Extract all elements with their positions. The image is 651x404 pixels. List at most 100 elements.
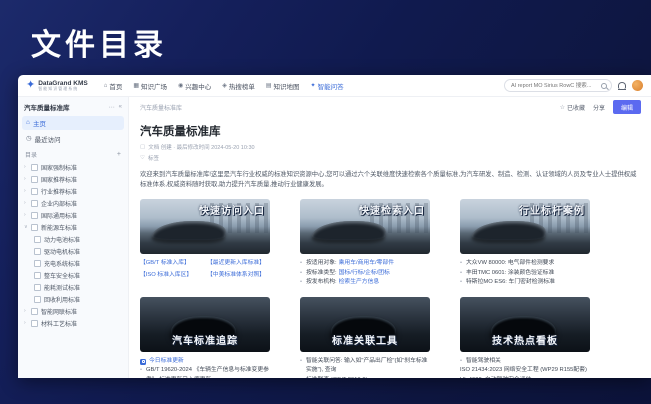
search-facet-link[interactable]: 乘用车/商用车/零部件 [339,259,394,269]
card-banner[interactable]: 汽车标准追踪 [140,297,270,352]
card-banner[interactable]: 快速访问入口 [140,199,270,254]
folder-icon [31,212,38,219]
tree-item[interactable]: ›国家强制标准 [22,161,124,173]
tree-item[interactable]: ∨新能源车标准 [22,221,124,233]
favorite-button[interactable]: ☆已收藏 [560,103,585,112]
folder-icon [31,176,38,183]
card-banner[interactable]: 技术热点看板 [460,297,590,352]
quick-link[interactable]: 【中美标准体系对照】 [207,271,270,281]
sidebar-title: 汽车质量标准库 [24,102,105,112]
add-folder-button[interactable]: + [117,151,121,158]
breadcrumb[interactable]: 汽车质量标准库 [140,103,182,112]
tree-item[interactable]: ›行业推荐标准 [22,185,124,197]
folder-icon [34,296,41,303]
document-tags: ♡ 标签 [140,154,641,162]
card-banner[interactable]: 标准关联工具 [300,297,430,352]
map-icon: ▤ [266,82,272,89]
card-banner-title: 行业标杆案例 [519,202,585,217]
quick-link[interactable]: 【GB/T 标准入库】 [140,259,203,269]
caret-icon: › [24,212,28,218]
nav-item-knowledge-map[interactable]: ▤知识地图 [266,81,300,91]
folder-icon [31,188,38,195]
sidebar-tree: ›国家强制标准 ›国家推荐标准 ›行业推荐标准 ›企业内部标准 ›国际通用标准 … [18,161,128,329]
tree-item[interactable]: 整车安全标准 [22,269,124,281]
search-facet-label: 按发布机构: [306,278,337,288]
grid-icon: ▦ [133,82,139,89]
tree-item[interactable]: 充电系统标准 [22,257,124,269]
card-banner-title: 汽车标准追踪 [140,332,270,347]
nav-item-hot-list[interactable]: ◈热搜榜单 [222,81,255,91]
nav-item-interest-center[interactable]: ◉兴趣中心 [178,81,211,91]
hotspot-item[interactable]: 智能驾驶相关 [466,357,501,367]
logo-icon: ✦ [26,80,35,91]
user-avatar[interactable] [632,80,643,91]
card-quick-search: 快速检索入口 •按适用对象:乘用车/商用车/零部件 •按标准类型:国标/行标/企… [300,199,430,288]
tool-item[interactable]: 标准联查 (GB/T 2910.6) [306,376,367,378]
folder-icon [34,272,41,279]
case-item[interactable]: 特斯拉MO ES6: 车门密封检测标准 [466,278,555,288]
update-item[interactable]: GB/T 19620-2024 《车辆生产信息与标准变更参考》 标准更新已入库更… [146,366,270,378]
tree-item[interactable]: ›智能网联标准 [22,305,124,317]
card-banner-title: 技术热点看板 [460,332,590,347]
sidebar-section-label: 目录 [25,150,37,159]
sidebar-item-recent[interactable]: ◷ 最近访问 [22,132,124,146]
tool-item[interactable]: 智能关联问答: 输入如"产品出厂检"(如"刹车标准实施"), 查询 [306,357,430,376]
search-facet-label: 按适用对象: [306,259,337,269]
hotspot-item[interactable]: ISO 21434:2023 网络安全工程 (WP29 R155配套) [460,366,587,376]
tree-item[interactable]: ›国际通用标准 [22,209,124,221]
app-logo[interactable]: ✦ DataGrand KMS 智能知识管理系统 [26,80,88,92]
case-item[interactable]: 大众VW 80000: 电气部件检测要求 [466,259,554,269]
main-content: 汽车质量标准库 ☆已收藏 分享 编辑 汽车质量标准库 ▢ 文档 创建 · 最后修… [129,97,651,378]
sidebar: 汽车质量标准库 ⋯ « ⌂ 主页 ◷ 最近访问 目录 + ›国家强制标准 ›国家… [18,97,129,378]
search-facet-link[interactable]: 检索生产方信息 [339,278,380,288]
search-input[interactable] [509,82,599,90]
card-quick-access: 快速访问入口 【GB/T 标准入库】 【最近更新入库标准】 【ISO 标准入库区… [140,199,270,288]
card-banner-title: 快速检索入口 [359,202,425,217]
tree-item[interactable]: ›材料工艺标准 [22,317,124,329]
folder-icon [34,248,41,255]
app-topbar: ✦ DataGrand KMS 智能知识管理系统 ⌂首页 ▦知识广场 ◉兴趣中心… [18,75,651,97]
notification-bell-icon[interactable] [618,82,626,89]
folder-icon [31,308,38,315]
tree-item[interactable]: 能耗测试标准 [22,281,124,293]
home-icon: ⌂ [26,120,30,127]
tree-item[interactable]: ›企业内部标准 [22,197,124,209]
update-header: 今日标准更新 [140,357,270,367]
card-grid: 快速访问入口 【GB/T 标准入库】 【最近更新入库标准】 【ISO 标准入库区… [140,199,641,378]
rank-icon: ◈ [222,82,227,89]
nav-item-smart-qa[interactable]: ✦智能问答 [311,81,344,91]
tree-item[interactable]: ›国家推荐标准 [22,173,124,185]
sidebar-more-icon[interactable]: ⋯ [109,104,115,111]
edit-button[interactable]: 编辑 [613,100,641,114]
caret-icon: › [24,320,28,326]
hotspot-item[interactable]: UL 4600: 自动驾驶安全评估 [460,376,531,378]
sidebar-item-home[interactable]: ⌂ 主页 [22,116,124,130]
folder-icon [31,320,38,327]
document-title: 汽车质量标准库 [140,123,641,139]
caret-icon: › [24,188,28,194]
tag-icon: ♡ [140,155,145,161]
home-icon: ⌂ [104,83,108,89]
global-search[interactable] [504,79,612,92]
tree-item[interactable]: 回收利用标准 [22,293,124,305]
card-banner[interactable]: 行业标杆案例 [460,199,590,254]
tree-item[interactable]: 动力电池标准 [22,233,124,245]
folder-icon [31,224,38,231]
caret-icon: › [24,176,28,182]
clock-icon: ◷ [26,136,32,143]
nav-item-knowledge-plaza[interactable]: ▦知识广场 [133,81,167,91]
document-icon: ▢ [140,144,145,150]
tree-item[interactable]: 驱动电机标准 [22,245,124,257]
case-item[interactable]: 丰田TMC 0601: 涂装颜色验证标准 [466,269,554,279]
sidebar-collapse-icon[interactable]: « [119,104,122,110]
car-image [151,221,227,240]
card-banner[interactable]: 快速检索入口 [300,199,430,254]
search-facet-link[interactable]: 国标/行标/企标/团标 [339,269,390,279]
card-banner-title: 快速访问入口 [199,202,265,217]
search-facet-label: 按标准类型: [306,269,337,279]
quick-link[interactable]: 【最近更新入库标准】 [207,259,270,269]
nav-item-home[interactable]: ⌂首页 [104,81,123,91]
quick-link[interactable]: 【ISO 标准入库区】 [140,271,203,281]
card-standard-tracking: 汽车标准追踪 今日标准更新 •GB/T 19620-2024 《车辆生产信息与标… [140,297,270,378]
share-button[interactable]: 分享 [593,103,605,112]
